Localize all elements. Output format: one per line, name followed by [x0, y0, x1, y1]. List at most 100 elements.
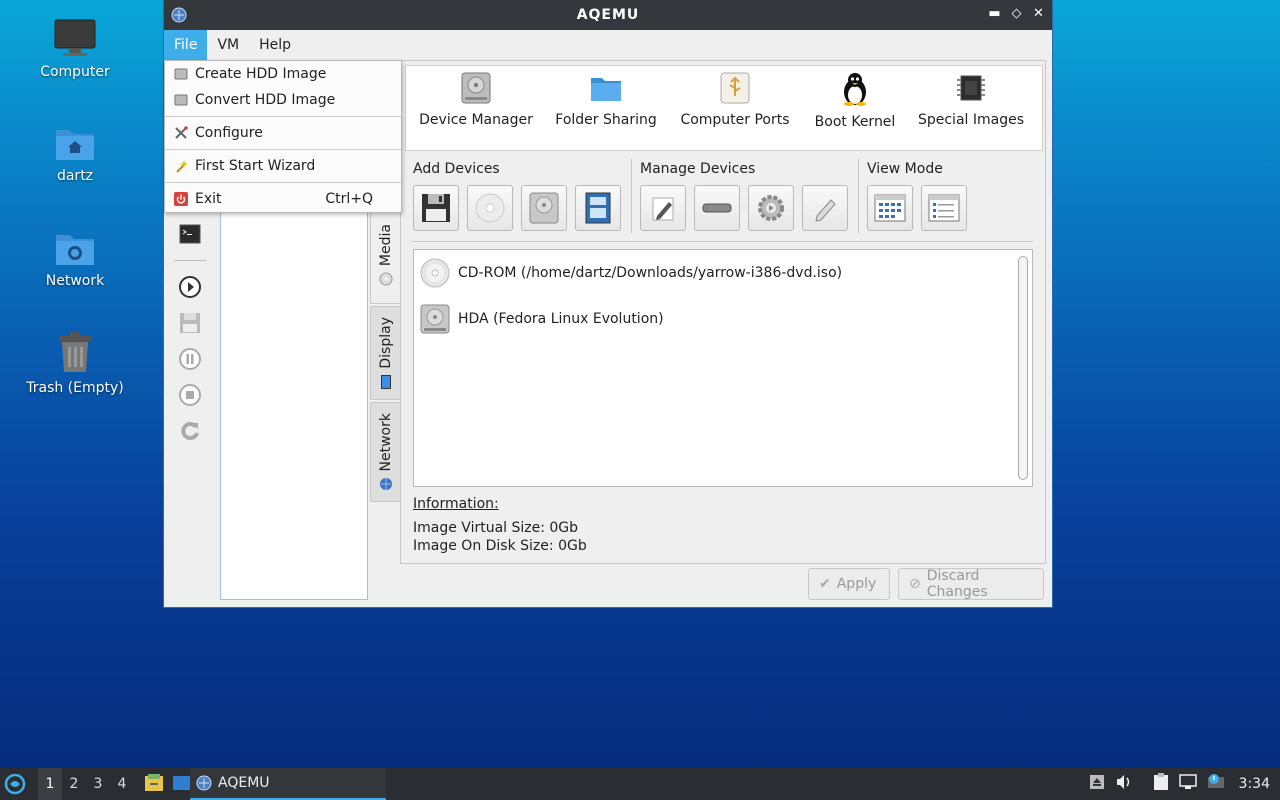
system-tray: 3:34	[1089, 768, 1280, 800]
eject-icon[interactable]	[1089, 774, 1105, 794]
menu-item-create-hdd[interactable]: Create HDD Image	[165, 61, 401, 87]
horizontal-separator	[411, 241, 1033, 242]
reload-icon	[181, 422, 199, 441]
tab-display[interactable]: Display	[370, 306, 400, 400]
menu-bar: File VM Help	[164, 30, 1052, 60]
clock[interactable]: 3:34	[1239, 776, 1270, 792]
menu-separator	[165, 182, 401, 183]
device-list-scrollbar[interactable]	[1018, 256, 1028, 480]
desktop-icon-computer[interactable]: Computer	[20, 18, 130, 80]
menu-item-label: Convert HDD Image	[195, 92, 336, 108]
device-item-hda[interactable]: HDA (Fedora Linux Evolution)	[420, 304, 664, 334]
title-bar[interactable]: AQEMU ▬ ◇ ✕	[164, 0, 1052, 30]
clipboard-icon[interactable]	[1153, 773, 1169, 795]
discard-changes-button[interactable]: ⊘ Discard Changes	[898, 568, 1044, 600]
add-cdrom-button[interactable]	[467, 185, 513, 231]
home-folder-icon	[56, 130, 94, 160]
hdd-icon	[461, 72, 491, 104]
add-hdd-button[interactable]	[521, 185, 567, 231]
volume-icon[interactable]	[1115, 774, 1133, 794]
menu-file[interactable]: File	[164, 30, 208, 60]
pause-icon	[179, 348, 201, 370]
task-label: AQEMU	[218, 775, 270, 791]
reset-vm-button[interactable]	[172, 413, 208, 449]
lxqt-logo-icon	[4, 773, 26, 795]
edit-device-button[interactable]	[640, 185, 686, 231]
hdd-icon	[173, 92, 189, 108]
desktop-icon-trash[interactable]: Trash (Empty)	[20, 332, 130, 396]
tab-network[interactable]: Network	[370, 402, 400, 502]
menu-item-shortcut: Ctrl+Q	[325, 191, 373, 207]
tab-label: Network	[377, 412, 394, 472]
cancel-icon: ⊘	[909, 576, 921, 592]
device-toolbar: Device Manager Folder Sharing Computer P…	[405, 65, 1043, 151]
add-floppy-button[interactable]	[413, 185, 459, 231]
start-menu-button[interactable]	[0, 768, 30, 800]
menu-item-exit[interactable]: Exit Ctrl+Q	[165, 186, 401, 212]
add-storage-button[interactable]	[575, 185, 621, 231]
menu-separator	[165, 149, 401, 150]
pause-vm-button[interactable]	[172, 341, 208, 377]
device-properties-button[interactable]	[748, 185, 794, 231]
chip-icon	[957, 75, 985, 101]
list-view-icon	[928, 194, 960, 222]
device-item-cdrom[interactable]: CD-ROM (/home/dartz/Downloads/yarrow-i38…	[420, 258, 842, 288]
terminal-button[interactable]	[172, 216, 208, 252]
eraser-icon	[815, 199, 836, 222]
view-mode-label: View Mode	[867, 161, 943, 177]
list-view-button[interactable]	[921, 185, 967, 231]
start-vm-button[interactable]	[172, 269, 208, 305]
apply-button[interactable]: ✔ Apply	[808, 568, 890, 600]
image-disk-size: Image On Disk Size: 0Gb	[413, 538, 587, 554]
check-icon: ✔	[819, 576, 831, 592]
file-manager-icon	[145, 774, 163, 791]
minimize-button[interactable]: ▬	[988, 6, 1002, 22]
desktop-icon-label: Network	[45, 273, 105, 289]
window-title: AQEMU	[576, 7, 640, 23]
menu-item-convert-hdd[interactable]: Convert HDD Image	[165, 87, 401, 113]
vm-list[interactable]	[220, 200, 368, 600]
trash-icon	[59, 332, 91, 372]
workspace-2[interactable]: 2	[62, 776, 86, 792]
notification-icon[interactable]	[1207, 774, 1225, 794]
floppy-icon	[422, 194, 450, 222]
workspace-4[interactable]: 4	[110, 776, 134, 792]
desktop-icon-home[interactable]: dartz	[20, 124, 130, 184]
menu-help[interactable]: Help	[249, 30, 301, 60]
taskbar-item-aqemu[interactable]: AQEMU	[190, 768, 386, 800]
folder-sharing-button[interactable]: Folder Sharing	[546, 66, 666, 150]
workspace-3[interactable]: 3	[86, 776, 110, 792]
vertical-tabs: Media Display Network	[370, 206, 400, 504]
tab-media[interactable]: Media	[370, 206, 400, 304]
menu-vm[interactable]: VM	[207, 30, 249, 60]
special-images-button[interactable]: Special Images	[906, 66, 1036, 150]
file-manager-launcher[interactable]	[144, 773, 166, 795]
menu-item-configure[interactable]: Configure	[165, 120, 401, 146]
device-label: CD-ROM (/home/dartz/Downloads/yarrow-i38…	[458, 265, 843, 281]
cdrom-icon	[379, 272, 392, 286]
aqemu-icon	[196, 775, 212, 791]
menu-item-first-start-wizard[interactable]: First Start Wizard	[165, 153, 401, 179]
device-manager-button[interactable]: Device Manager	[406, 66, 546, 150]
clear-device-button[interactable]	[802, 185, 848, 231]
group-separator	[631, 159, 632, 233]
close-button[interactable]: ✕	[1032, 6, 1046, 22]
floppy-icon	[180, 313, 200, 333]
desktop-icon-network[interactable]: Network	[20, 229, 130, 289]
restore-button[interactable]: ◇	[1010, 6, 1024, 22]
tab-label: Media	[377, 223, 394, 267]
gear-icon	[758, 195, 784, 221]
remove-device-button[interactable]	[694, 185, 740, 231]
information-title: Information:	[413, 496, 499, 512]
tab-label: Display	[377, 317, 394, 369]
save-vm-button[interactable]	[172, 305, 208, 341]
usb-icon	[720, 72, 750, 104]
stop-vm-button[interactable]	[172, 377, 208, 413]
icon-view-button[interactable]	[867, 185, 913, 231]
cdrom-icon	[475, 193, 505, 223]
computer-ports-button[interactable]: Computer Ports	[666, 66, 804, 150]
workspace-1[interactable]: 1	[38, 768, 62, 800]
boot-kernel-button[interactable]: Boot Kernel	[804, 66, 906, 150]
terminal-icon	[179, 224, 201, 244]
network-status-icon[interactable]	[1178, 774, 1197, 794]
